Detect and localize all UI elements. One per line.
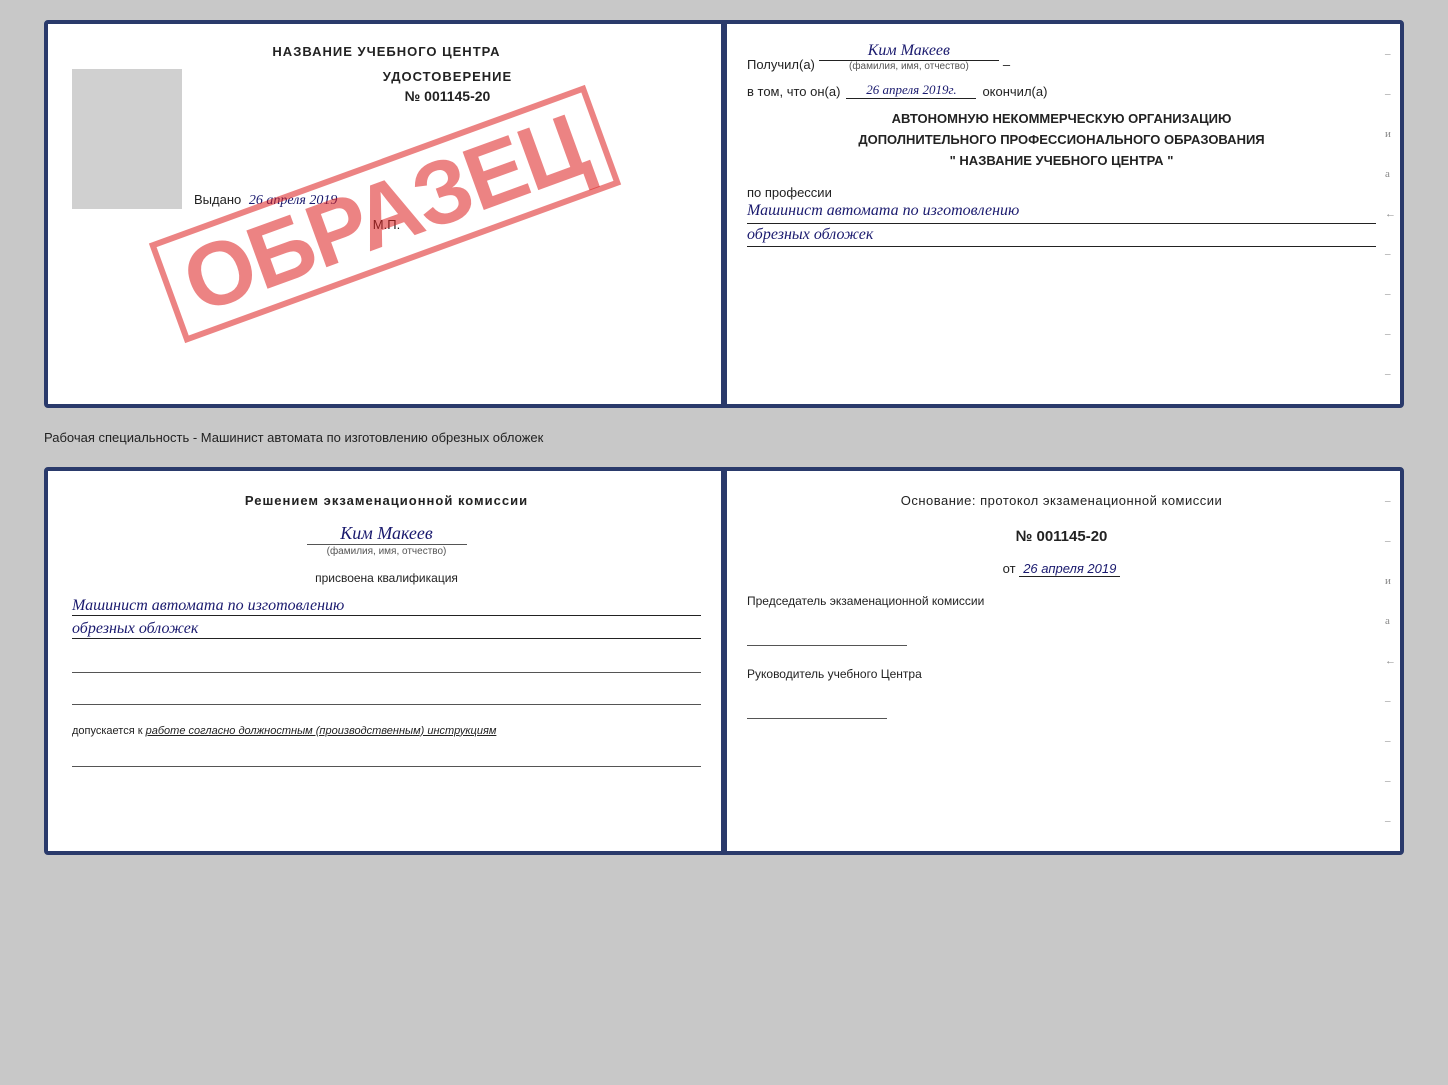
protocol-number: № 001145-20 (747, 528, 1376, 545)
profession-line1: Машинист автомата по изготовлению (747, 200, 1376, 223)
допуск-line: допускается к работе согласно должностны… (72, 725, 701, 737)
ruk-label: Руководитель учебного Центра (747, 667, 1376, 681)
sig-line-2 (72, 687, 701, 705)
profession-block: по профессии Машинист автомата по изгото… (747, 185, 1376, 247)
vtom-label: в том, что он(а) (747, 84, 840, 99)
received-name: Ким Макеев (819, 42, 999, 61)
mp-label: М.П. (373, 217, 400, 232)
qualification-line2: обрезных обложек (72, 620, 701, 639)
ruk-block: Руководитель учебного Центра (747, 667, 1376, 722)
po-professii-label: по профессии (747, 185, 1376, 200)
right-dashes: ––иа←–––– (1381, 24, 1400, 404)
issued-line: Выдано 26 апреля 2019 (194, 192, 701, 209)
osnov-block: Основание: протокол экзаменационной коми… (747, 491, 1376, 512)
certificate-inner: УДОСТОВЕРЕНИЕ № 001145-20 Выдано 26 апре… (72, 69, 701, 209)
cert-number: № 001145-20 (194, 88, 701, 104)
predsed-sig (747, 628, 907, 646)
person-block: Ким Макеев (фамилия, имя, отчество) (72, 523, 701, 557)
qualification-line1: Машинист автомата по изготовлению (72, 597, 701, 616)
org-quote-close: " (1167, 153, 1173, 168)
fio-sublabel-top: (фамилия, имя, отчество) (849, 61, 969, 72)
date-value-right: 26 апреля 2019 (1019, 561, 1120, 577)
qualification-block: Машинист автомата по изготовлению обрезн… (72, 593, 701, 639)
top-document: НАЗВАНИЕ УЧЕБНОГО ЦЕНТРА УДОСТОВЕРЕНИЕ №… (44, 20, 1404, 408)
person-name: Ким Макеев (340, 523, 432, 544)
bottom-left-page: Решением экзаменационной комиссии Ким Ма… (48, 471, 727, 851)
profession-line2: обрезных обложек (747, 224, 1376, 247)
допуск-text: работе согласно должностным (производств… (146, 725, 497, 737)
sig-line-1 (72, 655, 701, 673)
issued-date: 26 апреля 2019 (249, 193, 337, 208)
predsed-label: Председатель экзаменационной комиссии (747, 594, 1376, 608)
okonchil-label: окончил(а) (982, 84, 1047, 99)
org-line2: ДОПОЛНИТЕЛЬНОГО ПРОФЕССИОНАЛЬНОГО ОБРАЗО… (747, 130, 1376, 151)
osnov-label: Основание: протокол экзаменационной коми… (747, 491, 1376, 512)
top-right-page: Получил(а) Ким Макеев (фамилия, имя, отч… (727, 24, 1400, 404)
dash-top: – (1003, 57, 1010, 72)
date-prefix: от (1003, 561, 1016, 576)
date-line-right: от 26 апреля 2019 (747, 561, 1376, 576)
training-center-label: НАЗВАНИЕ УЧЕБНОГО ЦЕНТРА (272, 44, 500, 59)
org-name: НАЗВАНИЕ УЧЕБНОГО ЦЕНТРА (959, 153, 1163, 168)
received-label: Получил(а) (747, 57, 815, 72)
fio-sublabel-bottom: (фамилия, имя, отчество) (307, 544, 467, 557)
top-left-page: НАЗВАНИЕ УЧЕБНОГО ЦЕНТРА УДОСТОВЕРЕНИЕ №… (48, 24, 727, 404)
допуск-prefix: допускается к (72, 725, 143, 737)
bottom-right-page: Основание: протокол экзаменационной коми… (727, 471, 1400, 851)
right-dashes-bottom: ––иа←–––– (1381, 471, 1400, 851)
issued-label: Выдано (194, 192, 241, 207)
org-line1: АВТОНОМНУЮ НЕКОММЕРЧЕСКУЮ ОРГАНИЗАЦИЮ (747, 109, 1376, 130)
vtom-date: 26 апреля 2019г. (846, 82, 976, 99)
between-label: Рабочая специальность - Машинист автомат… (44, 424, 1404, 451)
cert-title: УДОСТОВЕРЕНИЕ (194, 69, 701, 84)
sig-line-3 (72, 749, 701, 767)
photo-area (72, 69, 182, 209)
assigned-text: присвоена квалификация (72, 571, 701, 585)
vtom-line: в том, что он(а) 26 апреля 2019г. окончи… (747, 82, 1376, 99)
org-block: АВТОНОМНУЮ НЕКОММЕРЧЕСКУЮ ОРГАНИЗАЦИЮ ДО… (747, 109, 1376, 171)
bottom-document: Решением экзаменационной комиссии Ким Ма… (44, 467, 1404, 855)
predsed-block: Председатель экзаменационной комиссии (747, 594, 1376, 649)
ruk-sig (747, 701, 887, 719)
received-line: Получил(а) Ким Макеев (фамилия, имя, отч… (747, 42, 1376, 72)
cert-details: УДОСТОВЕРЕНИЕ № 001145-20 Выдано 26 апре… (194, 69, 701, 209)
org-name-line: " НАЗВАНИЕ УЧЕБНОГО ЦЕНТРА " (747, 151, 1376, 172)
org-quote-open: " (950, 153, 956, 168)
decision-line: Решением экзаменационной комиссии (72, 491, 701, 511)
